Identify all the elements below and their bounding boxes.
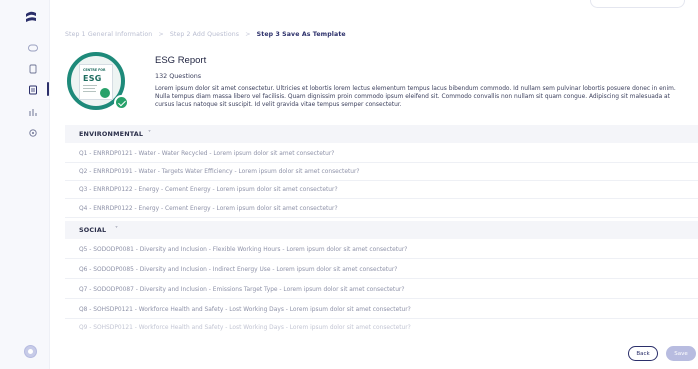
breadcrumb-step-3: Step 3 Save As Template: [256, 31, 346, 38]
leaf-icon: [100, 88, 110, 98]
question-row[interactable]: Q8 - SOHSDP0121 - Workforce Health and S…: [65, 302, 698, 319]
question-text: Q5 - SODODP0081 - Diversity and Inclusio…: [79, 247, 408, 253]
document-icon[interactable]: [27, 63, 39, 75]
chevron-down-icon[interactable]: ˅: [115, 226, 118, 233]
brand-logo-icon[interactable]: [24, 10, 38, 26]
question-row[interactable]: Q7 - SODODP0087 - Diversity and Inclusio…: [65, 282, 698, 299]
breadcrumb-step-1[interactable]: Step 1 General Information: [65, 31, 152, 38]
question-text: Q6 - SODODP0085 - Diversity and Inclusio…: [79, 267, 398, 273]
breadcrumb: Step 1 General Information > Step 2 Add …: [65, 31, 346, 38]
user-menu[interactable]: [590, 0, 685, 8]
question-row[interactable]: Q6 - SODODP0085 - Diversity and Inclusio…: [65, 262, 698, 279]
section-label: SOCIAL: [79, 226, 107, 234]
breadcrumb-step-2[interactable]: Step 2 Add Questions: [170, 31, 239, 38]
question-row[interactable]: Q5 - SODODP0081 - Diversity and Inclusio…: [65, 242, 698, 259]
breadcrumb-separator: >: [158, 31, 164, 38]
question-text: Q8 - SOHSDP0121 - Workforce Health and S…: [79, 307, 411, 313]
question-row[interactable]: Q2 - ENRRDP0191 - Water - Targets Water …: [65, 164, 698, 181]
sidebar: [0, 0, 50, 369]
question-text: Q9 - SOHSDP0121 - Workforce Health and S…: [79, 325, 411, 331]
section-label: ENVIRONMENTAL: [79, 130, 144, 138]
question-text: Q3 - ENRRDP0122 - Energy - Cement Energy…: [79, 187, 338, 193]
check-icon: [114, 95, 129, 110]
section-social[interactable]: SOCIAL ˅: [65, 221, 698, 239]
question-row[interactable]: Q4 - ENRRDP0122 - Energy - Cement Energy…: [65, 201, 698, 218]
badge-document: CENTRE FOR ESG: [79, 64, 113, 100]
question-text: Q1 - ENRRDP0121 - Water - Water Recycled…: [79, 151, 335, 157]
save-button[interactable]: Save: [666, 346, 696, 361]
chart-icon[interactable]: [27, 106, 39, 118]
chevron-down-icon[interactable]: ˅: [148, 130, 151, 137]
question-count: 132 Questions: [155, 72, 202, 80]
report-icon[interactable]: [27, 84, 39, 96]
question-text: Q7 - SODODP0087 - Diversity and Inclusio…: [79, 287, 405, 293]
back-button[interactable]: Back: [628, 346, 658, 361]
report-title: ESG Report: [155, 55, 207, 66]
question-row[interactable]: Q1 - ENRRDP0121 - Water - Water Recycled…: [65, 146, 698, 163]
badge-caption: CENTRE FOR: [83, 68, 106, 72]
dashboard-icon[interactable]: [27, 42, 39, 54]
badge-esg-text: ESG: [83, 74, 102, 83]
question-text: Q2 - ENRRDP0191 - Water - Targets Water …: [79, 169, 360, 175]
app-root: Step 1 General Information > Step 2 Add …: [0, 0, 698, 369]
question-row[interactable]: Q3 - ENRRDP0122 - Energy - Cement Energy…: [65, 182, 698, 199]
settings-icon[interactable]: [27, 127, 39, 139]
help-icon[interactable]: [24, 345, 37, 358]
report-description: Lorem ipsum dolor sit amet consectetur. …: [155, 86, 676, 109]
section-environmental[interactable]: ENVIRONMENTAL ˅: [65, 125, 698, 143]
active-nav-indicator: [47, 82, 49, 96]
question-row[interactable]: Q9 - SOHSDP0121 - Workforce Health and S…: [65, 322, 698, 332]
breadcrumb-separator: >: [245, 31, 251, 38]
question-text: Q4 - ENRRDP0122 - Energy - Cement Energy…: [79, 206, 338, 212]
